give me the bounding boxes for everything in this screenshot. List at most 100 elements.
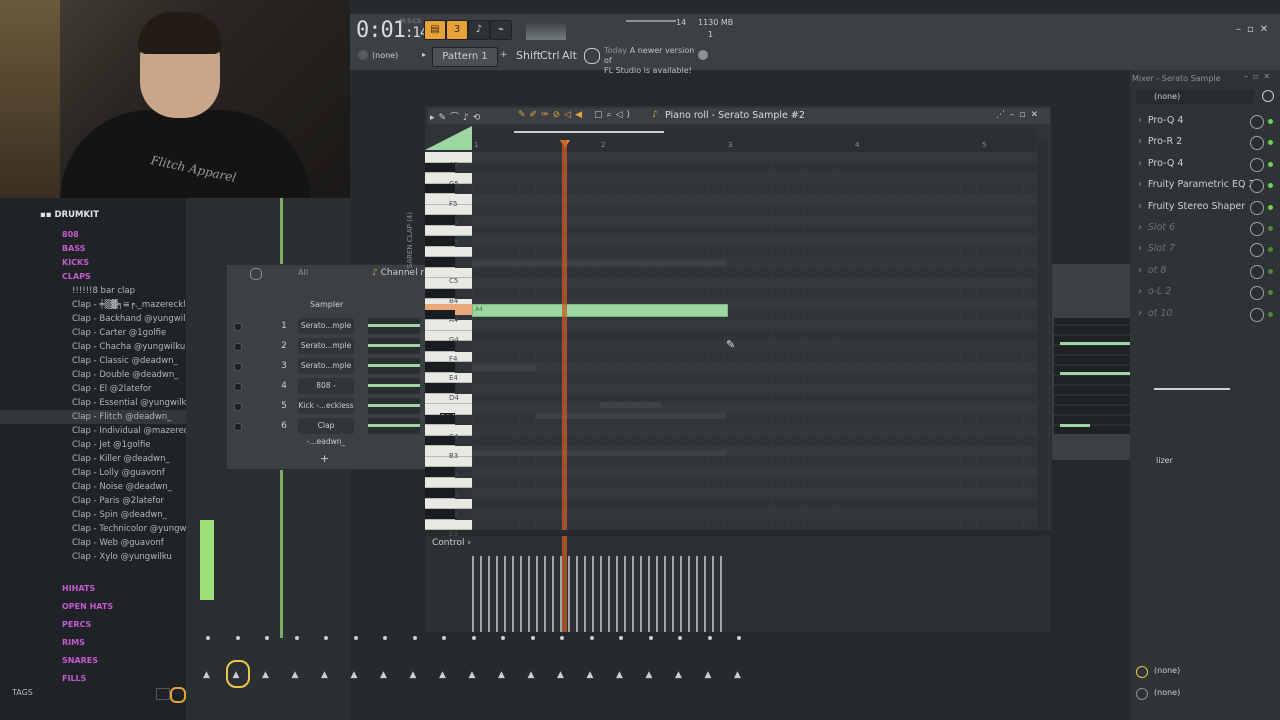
track-arrow-icon[interactable]: ▲: [528, 670, 535, 680]
mixer-window-controls[interactable]: –▫✕: [1244, 72, 1275, 81]
timeline-scrollbar[interactable]: [514, 131, 664, 133]
slot-enable-led[interactable]: [1268, 119, 1273, 124]
browser-file-item[interactable]: Clap - Carter @1golfie: [0, 326, 186, 340]
slot-enable-led[interactable]: [1268, 204, 1273, 210]
channel-mute-led[interactable]: [234, 423, 242, 431]
zoom-tools-icons[interactable]: ▢⌕◁): [594, 110, 634, 120]
track-arrow-icon[interactable]: ▲: [587, 670, 594, 680]
channel-rack-options-icon[interactable]: [250, 268, 262, 280]
track-arrow-icon[interactable]: ▲: [292, 670, 299, 680]
track-handle-dot[interactable]: [560, 636, 564, 640]
mixer-output-2[interactable]: (none): [1154, 688, 1180, 697]
mixer-preset-selector[interactable]: (none): [1136, 90, 1254, 104]
add-channel-button[interactable]: +: [320, 452, 329, 465]
note-a4[interactable]: A4: [472, 304, 728, 317]
channel-step-graph[interactable]: [368, 338, 420, 354]
browser-folder[interactable]: PERCS: [0, 618, 186, 632]
browser-file-item[interactable]: Clap - ╪▒▓╕≡╒._mazereckless: [0, 298, 186, 312]
track-handle-dot[interactable]: [442, 636, 446, 640]
track-handle-dot[interactable]: [324, 636, 328, 640]
channel-step-graph[interactable]: [368, 378, 420, 394]
track-arrow-icon[interactable]: ▲: [734, 670, 741, 680]
channel-step-graph[interactable]: [368, 318, 420, 334]
channel-name-button[interactable]: Serato...mple #3: [298, 338, 354, 366]
piano-black-key[interactable]: [425, 488, 455, 499]
piano-black-key[interactable]: [425, 183, 455, 194]
news-panel[interactable]: Today A newer version of FL Studio is av…: [604, 46, 704, 76]
track-arrow-icon[interactable]: ▲: [616, 670, 623, 680]
piano-black-key[interactable]: [425, 435, 455, 446]
mix-level-knob[interactable]: [1250, 222, 1264, 236]
track-arrow-icon[interactable]: ▲: [410, 670, 417, 680]
browser-file-item[interactable]: Clap - Paris @2latefor: [0, 494, 186, 508]
channel-filter[interactable]: All: [298, 268, 308, 277]
draw-tools-icons[interactable]: ✎✐✑⊘◁◀: [518, 110, 586, 120]
mix-level-knob[interactable]: [1250, 264, 1264, 279]
piano-white-key[interactable]: [425, 498, 472, 509]
piano-black-key[interactable]: [425, 414, 455, 425]
browser-file-item[interactable]: Clap - Individual @mazereckless: [0, 424, 186, 438]
title-arrow-icon[interactable]: ›: [792, 110, 795, 119]
note-grid[interactable]: [472, 152, 1036, 530]
alt-button[interactable]: Alt: [562, 49, 577, 62]
browser-file-item[interactable]: Clap - Backhand @yungwilku: [0, 312, 186, 326]
track-handle-dot[interactable]: [530, 636, 535, 640]
piano-black-key[interactable]: [425, 383, 455, 394]
browser-file-item[interactable]: Clap - Classic @deadwn_: [0, 354, 186, 368]
track-handle-dot[interactable]: [265, 636, 269, 640]
slot-enable-led[interactable]: [1268, 268, 1273, 274]
track-handle-dot[interactable]: [294, 636, 299, 640]
pattern-none-selector[interactable]: (none): [372, 51, 398, 60]
window-controls[interactable]: –▫✕: [1236, 24, 1274, 35]
slot-enable-led[interactable]: [1268, 161, 1273, 167]
search-icon[interactable]: [170, 687, 186, 703]
piano-white-key[interactable]: [425, 519, 472, 530]
track-handle-dot[interactable]: [648, 636, 653, 640]
track-arrow-icon[interactable]: ▲: [321, 670, 328, 680]
mix-level-knob[interactable]: [1250, 157, 1264, 172]
browser-file-item[interactable]: Clap - Double @deadwn_: [0, 368, 186, 382]
mixer-effect-slot[interactable]: › Pro-Q 4: [1138, 155, 1268, 173]
folder-icon[interactable]: [156, 688, 170, 700]
track-handle-dot[interactable]: [383, 636, 387, 640]
track-arrow-icon[interactable]: ▲: [203, 670, 210, 680]
browser-folder[interactable]: SNARES: [0, 654, 186, 668]
browser-file-item[interactable]: Clap - Technicolor @yungwilku: [0, 522, 186, 536]
browser-file-item[interactable]: Clap - Jet @1golfie: [0, 438, 186, 452]
channel-row[interactable]: 2 Serato...mple #3: [226, 338, 426, 366]
browser-file-item[interactable]: Clap - El @2latefor: [0, 382, 186, 396]
browser-file-item[interactable]: Clap - Killer @deadwn_: [0, 452, 186, 466]
track-arrow-icon[interactable]: ▲: [498, 670, 505, 680]
piano-black-key[interactable]: [425, 236, 455, 247]
channel-name-button[interactable]: 808 - 2...1mvnti: [298, 378, 354, 406]
mixer-effect-slot[interactable]: › Fruity Parametric EQ 2: [1138, 176, 1268, 194]
mixer-effect-slot[interactable]: › Fruity Stereo Shaper: [1138, 198, 1268, 216]
metronome-button[interactable]: ♪: [468, 20, 490, 40]
channel-name-button[interactable]: Serato...mple #2: [298, 318, 354, 346]
track-handle-dot[interactable]: [619, 636, 623, 640]
channel-mute-led[interactable]: [234, 323, 242, 331]
track-handle-dot[interactable]: [737, 636, 741, 640]
track-arrow-icon[interactable]: ▲: [380, 670, 387, 680]
piano-roll-title[interactable]: Piano roll - Serato Sample #2: [665, 110, 805, 121]
pattern-selector[interactable]: Pattern 1: [432, 47, 498, 67]
channel-row[interactable]: 4 808 - 2...1mvnti: [226, 378, 426, 406]
channel-name-button[interactable]: Serato...mple #4: [298, 358, 354, 386]
velocity-bars[interactable]: [472, 556, 726, 632]
piano-keyboard[interactable]: [425, 152, 472, 530]
browser-folder[interactable]: HIHATS: [0, 582, 186, 596]
track-handle-dot[interactable]: [235, 636, 240, 640]
browser-folder[interactable]: RIMS: [0, 636, 186, 650]
channel-mute-led[interactable]: [234, 383, 242, 391]
mix-level-knob[interactable]: [1250, 115, 1264, 129]
bar-ruler[interactable]: [472, 140, 1036, 152]
browser-folder[interactable]: 808: [0, 228, 186, 242]
browser-folder[interactable]: OPEN HATS: [0, 600, 186, 614]
channel-mute-led[interactable]: [234, 403, 242, 411]
slot-enable-led[interactable]: [1268, 311, 1273, 317]
piano-black-key[interactable]: [425, 215, 455, 226]
channel-mute-led[interactable]: [234, 363, 242, 371]
browser-root-folder[interactable]: ▪▪ DRUMKIT: [40, 210, 99, 220]
browser-file-item[interactable]: Clap - Spin @deadwn_: [0, 508, 186, 522]
channel-step-graph[interactable]: [368, 358, 420, 374]
